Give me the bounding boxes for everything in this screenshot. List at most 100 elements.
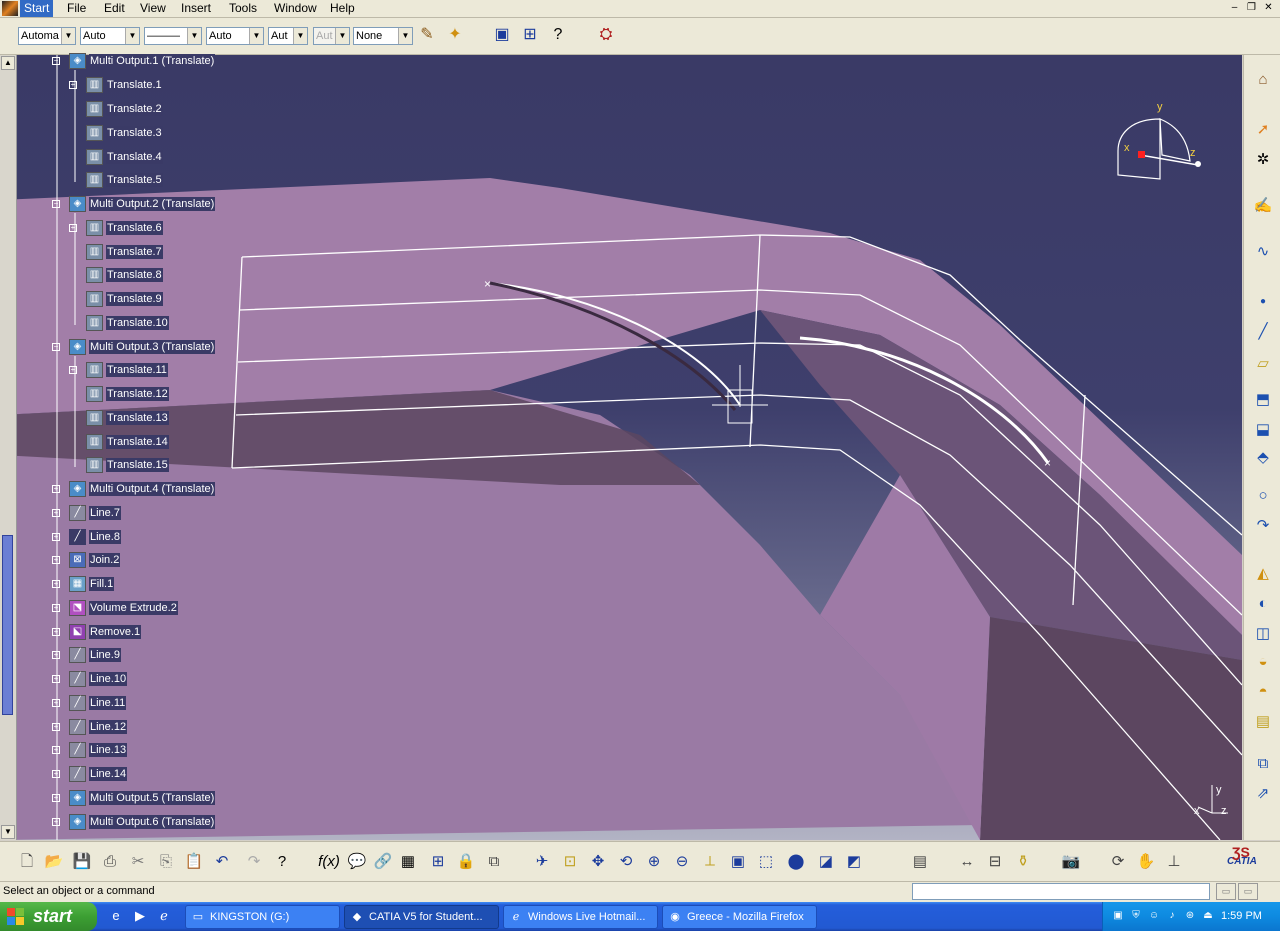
quicklaunch-media-icon[interactable]: ▶ [132,908,148,924]
tree-scrollbar[interactable]: ▲ ▼ [0,55,17,840]
hide-show-icon[interactable]: ◪ [815,851,837,873]
measure-inertia-icon[interactable]: ⚱ [1012,851,1034,873]
line-type-combo[interactable]: ——— ▼ [144,27,202,45]
offset-icon[interactable]: ◫ [1252,623,1274,645]
fill-color-combo[interactable]: Automa ▼ [18,27,76,45]
new-file-icon[interactable]: 🗋 [16,851,38,873]
menu-start[interactable]: Start [20,0,54,17]
shading-icon[interactable]: ⬤ [785,851,807,873]
restore-icon[interactable]: ❐ [1245,2,1258,14]
paste-icon[interactable]: 📋 [183,851,205,873]
messenger-icon[interactable]: ☺ [1147,909,1161,923]
connect-curve-icon[interactable]: ↷ [1252,515,1274,537]
collapse-icon[interactable]: − [52,57,60,65]
measure-item-icon[interactable]: ⊟ [984,851,1006,873]
update-icon[interactable]: ⟳ [1107,851,1129,873]
expand-icon[interactable]: + [52,485,60,493]
select-arrow-icon[interactable]: ➚ [1252,119,1274,141]
formula-icon[interactable]: f(x) [318,851,340,873]
menu-insert[interactable]: Insert [177,0,215,17]
expand-icon[interactable]: + [52,675,60,683]
expand-icon[interactable]: + [69,366,77,374]
expand-icon[interactable]: + [52,556,60,564]
join-tool-icon[interactable]: ▤ [1252,711,1274,733]
collapse-icon[interactable]: − [52,343,60,351]
scroll-down-arrow-icon[interactable]: ▼ [1,825,15,839]
volume-icon[interactable]: ♪ [1165,909,1179,923]
catalog-browser-icon[interactable]: ▣ [491,24,513,46]
task-firefox[interactable]: ◉ Greece - Mozilla Firefox [662,905,817,929]
quicklaunch-browser-icon[interactable]: ℯ [156,908,172,924]
update-tray-icon[interactable]: ⊛ [1183,909,1197,923]
task-kingston[interactable]: ▭ KINGSTON (G:) [185,905,340,929]
menu-edit[interactable]: Edit [100,0,129,17]
select-sets-icon[interactable]: ⊞ [519,24,541,46]
chevron-down-icon[interactable]: ▼ [249,28,263,44]
swap-space-icon[interactable]: ◩ [843,851,865,873]
transform-icon[interactable]: ⇗ [1252,783,1274,805]
expand-icon[interactable]: + [52,770,60,778]
undo-icon[interactable]: ↶ [211,851,233,873]
measure-between-icon[interactable]: ↔ [956,851,978,873]
knowledge-icon[interactable]: ⛭ [595,24,617,46]
cut-icon[interactable]: ✂ [127,851,149,873]
help-icon[interactable]: ? [271,851,293,873]
menu-help[interactable]: Help [326,0,359,17]
pan-icon[interactable]: ✥ [587,851,609,873]
task-hotmail[interactable]: ℯ Windows Live Hotmail... [503,905,658,929]
axis-system-icon[interactable]: ⊥ [1163,851,1185,873]
sphere-icon[interactable]: ◓ [1252,681,1274,703]
rotate-icon[interactable]: ⟲ [615,851,637,873]
sweep-icon[interactable]: ⬓ [1252,419,1274,441]
expand-icon[interactable]: + [52,818,60,826]
expand-icon[interactable]: + [52,651,60,659]
task-catia[interactable]: ◆ CATIA V5 for Student... [344,905,499,929]
minimize-icon[interactable]: – [1228,2,1241,14]
redo-icon[interactable]: ↷ [243,851,265,873]
print-icon[interactable]: ⎙ [99,851,121,873]
magic-wand-icon[interactable]: ✦ [444,24,466,46]
close-icon[interactable]: ✕ [1262,2,1275,14]
chevron-down-icon[interactable]: ▼ [61,28,75,44]
zoom-out-icon[interactable]: ⊖ [671,851,693,873]
power-input-field[interactable] [912,883,1210,900]
save-icon[interactable]: 💾 [71,851,93,873]
menu-view[interactable]: View [136,0,170,17]
line-weight-combo[interactable]: Auto ▼ [206,27,264,45]
painter-icon[interactable]: ✎ [416,24,438,46]
expand-icon[interactable]: + [69,224,77,232]
expand-icon[interactable]: + [52,580,60,588]
menu-tools[interactable]: Tools [225,0,261,17]
expand-icon[interactable]: + [52,604,60,612]
normal-view-icon[interactable]: ⟂ [699,851,721,873]
zoom-in-icon[interactable]: ⊕ [643,851,665,873]
security-icon[interactable]: ⛨ [1129,909,1143,923]
expand-icon[interactable]: + [52,723,60,731]
fly-mode-icon[interactable]: ✈ [531,851,553,873]
fill-surface-icon[interactable]: ⬘ [1252,447,1274,469]
menu-window[interactable]: Window [270,0,321,17]
expand-icon[interactable]: + [52,794,60,802]
quicklaunch-ie-icon[interactable]: e [108,908,124,924]
sketcher-icon[interactable]: ✍ [1252,195,1274,217]
expand-icon[interactable]: + [52,628,60,636]
spline-icon[interactable]: ∿ [1252,241,1274,263]
status-stop-icon[interactable]: ▭ [1238,883,1258,900]
chevron-down-icon[interactable]: ▼ [293,28,307,44]
transparency-combo[interactable]: Auto ▼ [80,27,140,45]
point-icon[interactable]: ● [1252,291,1274,313]
chevron-down-icon[interactable]: ▼ [187,28,201,44]
expand-icon[interactable]: + [69,81,77,89]
point-symbol-combo[interactable]: Aut ▼ [268,27,308,45]
catalog-icon[interactable]: ▤ [909,851,931,873]
status-cancel-icon[interactable]: ▭ [1216,883,1236,900]
collapse-icon[interactable]: − [52,200,60,208]
whats-this-icon[interactable]: ? [547,24,569,46]
workbench-icon[interactable]: ⌂ [1252,69,1274,91]
expand-icon[interactable]: + [52,746,60,754]
extrude-icon[interactable]: ⬒ [1252,389,1274,411]
plane-icon[interactable]: ▱ [1252,353,1274,375]
lock-icon[interactable]: 🔒 [455,851,477,873]
layer-combo[interactable]: None ▼ [353,27,413,45]
open-folder-icon[interactable]: 📂 [43,851,65,873]
